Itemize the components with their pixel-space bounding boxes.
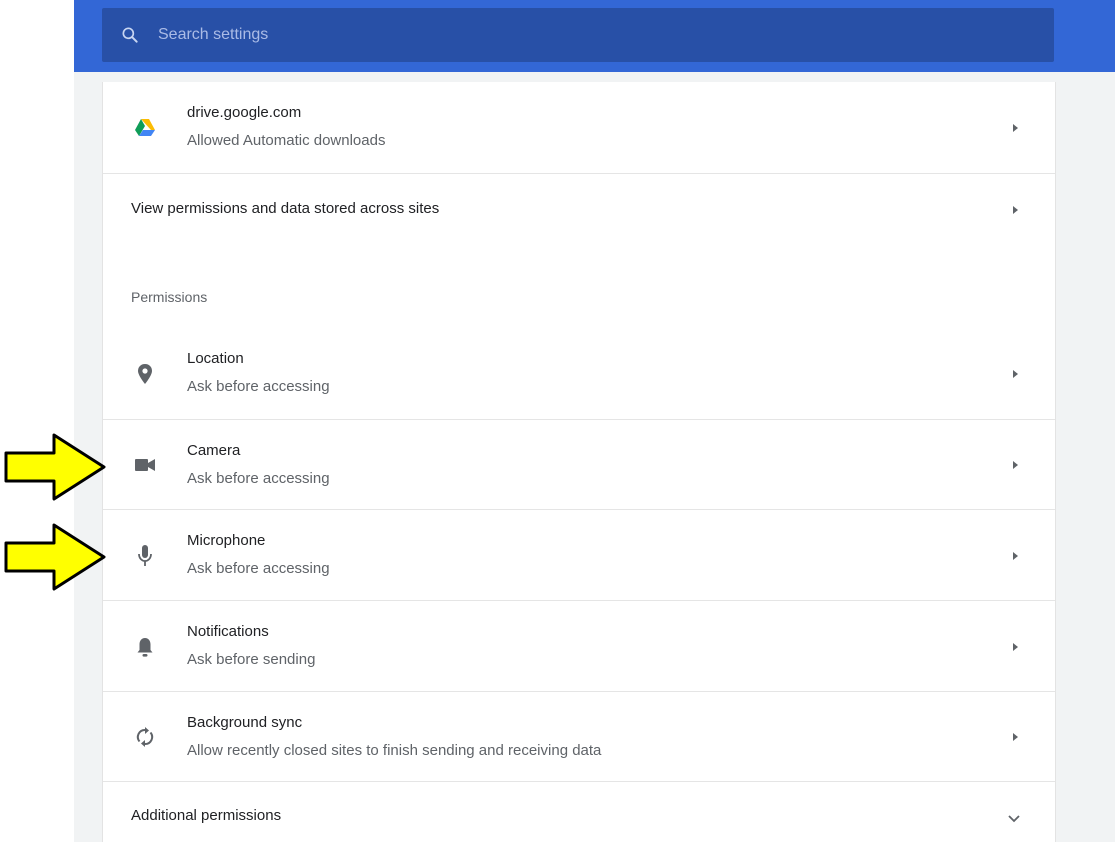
microphone-icon [133,544,157,568]
permission-subtitle: Ask before accessing [187,470,330,487]
chevron-right-icon [1013,206,1018,214]
annotation-arrow-icon [4,433,106,501]
site-settings-card: drive.google.com Allowed Automatic downl… [102,82,1056,842]
chevron-right-icon [1013,370,1018,378]
permission-subtitle: Ask before accessing [187,560,330,577]
site-row-drive[interactable]: drive.google.com Allowed Automatic downl… [103,82,1055,173]
permission-title: Location [187,350,244,367]
permission-subtitle: Allow recently closed sites to finish se… [187,742,602,759]
chevron-right-icon [1013,643,1018,651]
location-pin-icon [133,362,157,386]
permissions-heading: Permissions [131,289,208,305]
view-permissions-row[interactable]: View permissions and data stored across … [103,173,1055,246]
site-title: drive.google.com [187,104,302,121]
site-subtitle: Allowed Automatic downloads [187,132,386,149]
sync-icon [133,725,157,749]
search-input[interactable] [156,19,1020,51]
permission-microphone[interactable]: Microphone Ask before accessing [103,509,1055,601]
permission-notifications[interactable]: Notifications Ask before sending [103,600,1055,692]
chevron-right-icon [1013,461,1018,469]
permission-camera[interactable]: Camera Ask before accessing [103,419,1055,510]
google-drive-icon [133,116,157,140]
annotation-arrow-icon [4,523,106,591]
bell-icon [133,635,157,659]
additional-permissions-label: Additional permissions [131,807,282,824]
permission-title: Camera [187,442,241,459]
chevron-right-icon [1013,733,1018,741]
chevron-right-icon [1013,552,1018,560]
permission-subtitle: Ask before accessing [187,378,330,395]
chevron-down-icon [1008,815,1020,823]
permission-background-sync[interactable]: Background sync Allow recently closed si… [103,691,1055,782]
permission-title: Background sync [187,714,303,731]
search-box[interactable] [102,8,1054,62]
permission-title: Notifications [187,623,269,640]
permission-subtitle: Ask before sending [187,651,316,668]
additional-permissions-row[interactable]: Additional permissions [103,781,1055,843]
permission-location[interactable]: Location Ask before accessing [103,328,1055,419]
view-permissions-label: View permissions and data stored across … [131,200,440,217]
search-icon [122,27,138,43]
permission-title: Microphone [187,532,266,549]
camera-icon [133,453,157,477]
chevron-right-icon [1013,124,1018,132]
